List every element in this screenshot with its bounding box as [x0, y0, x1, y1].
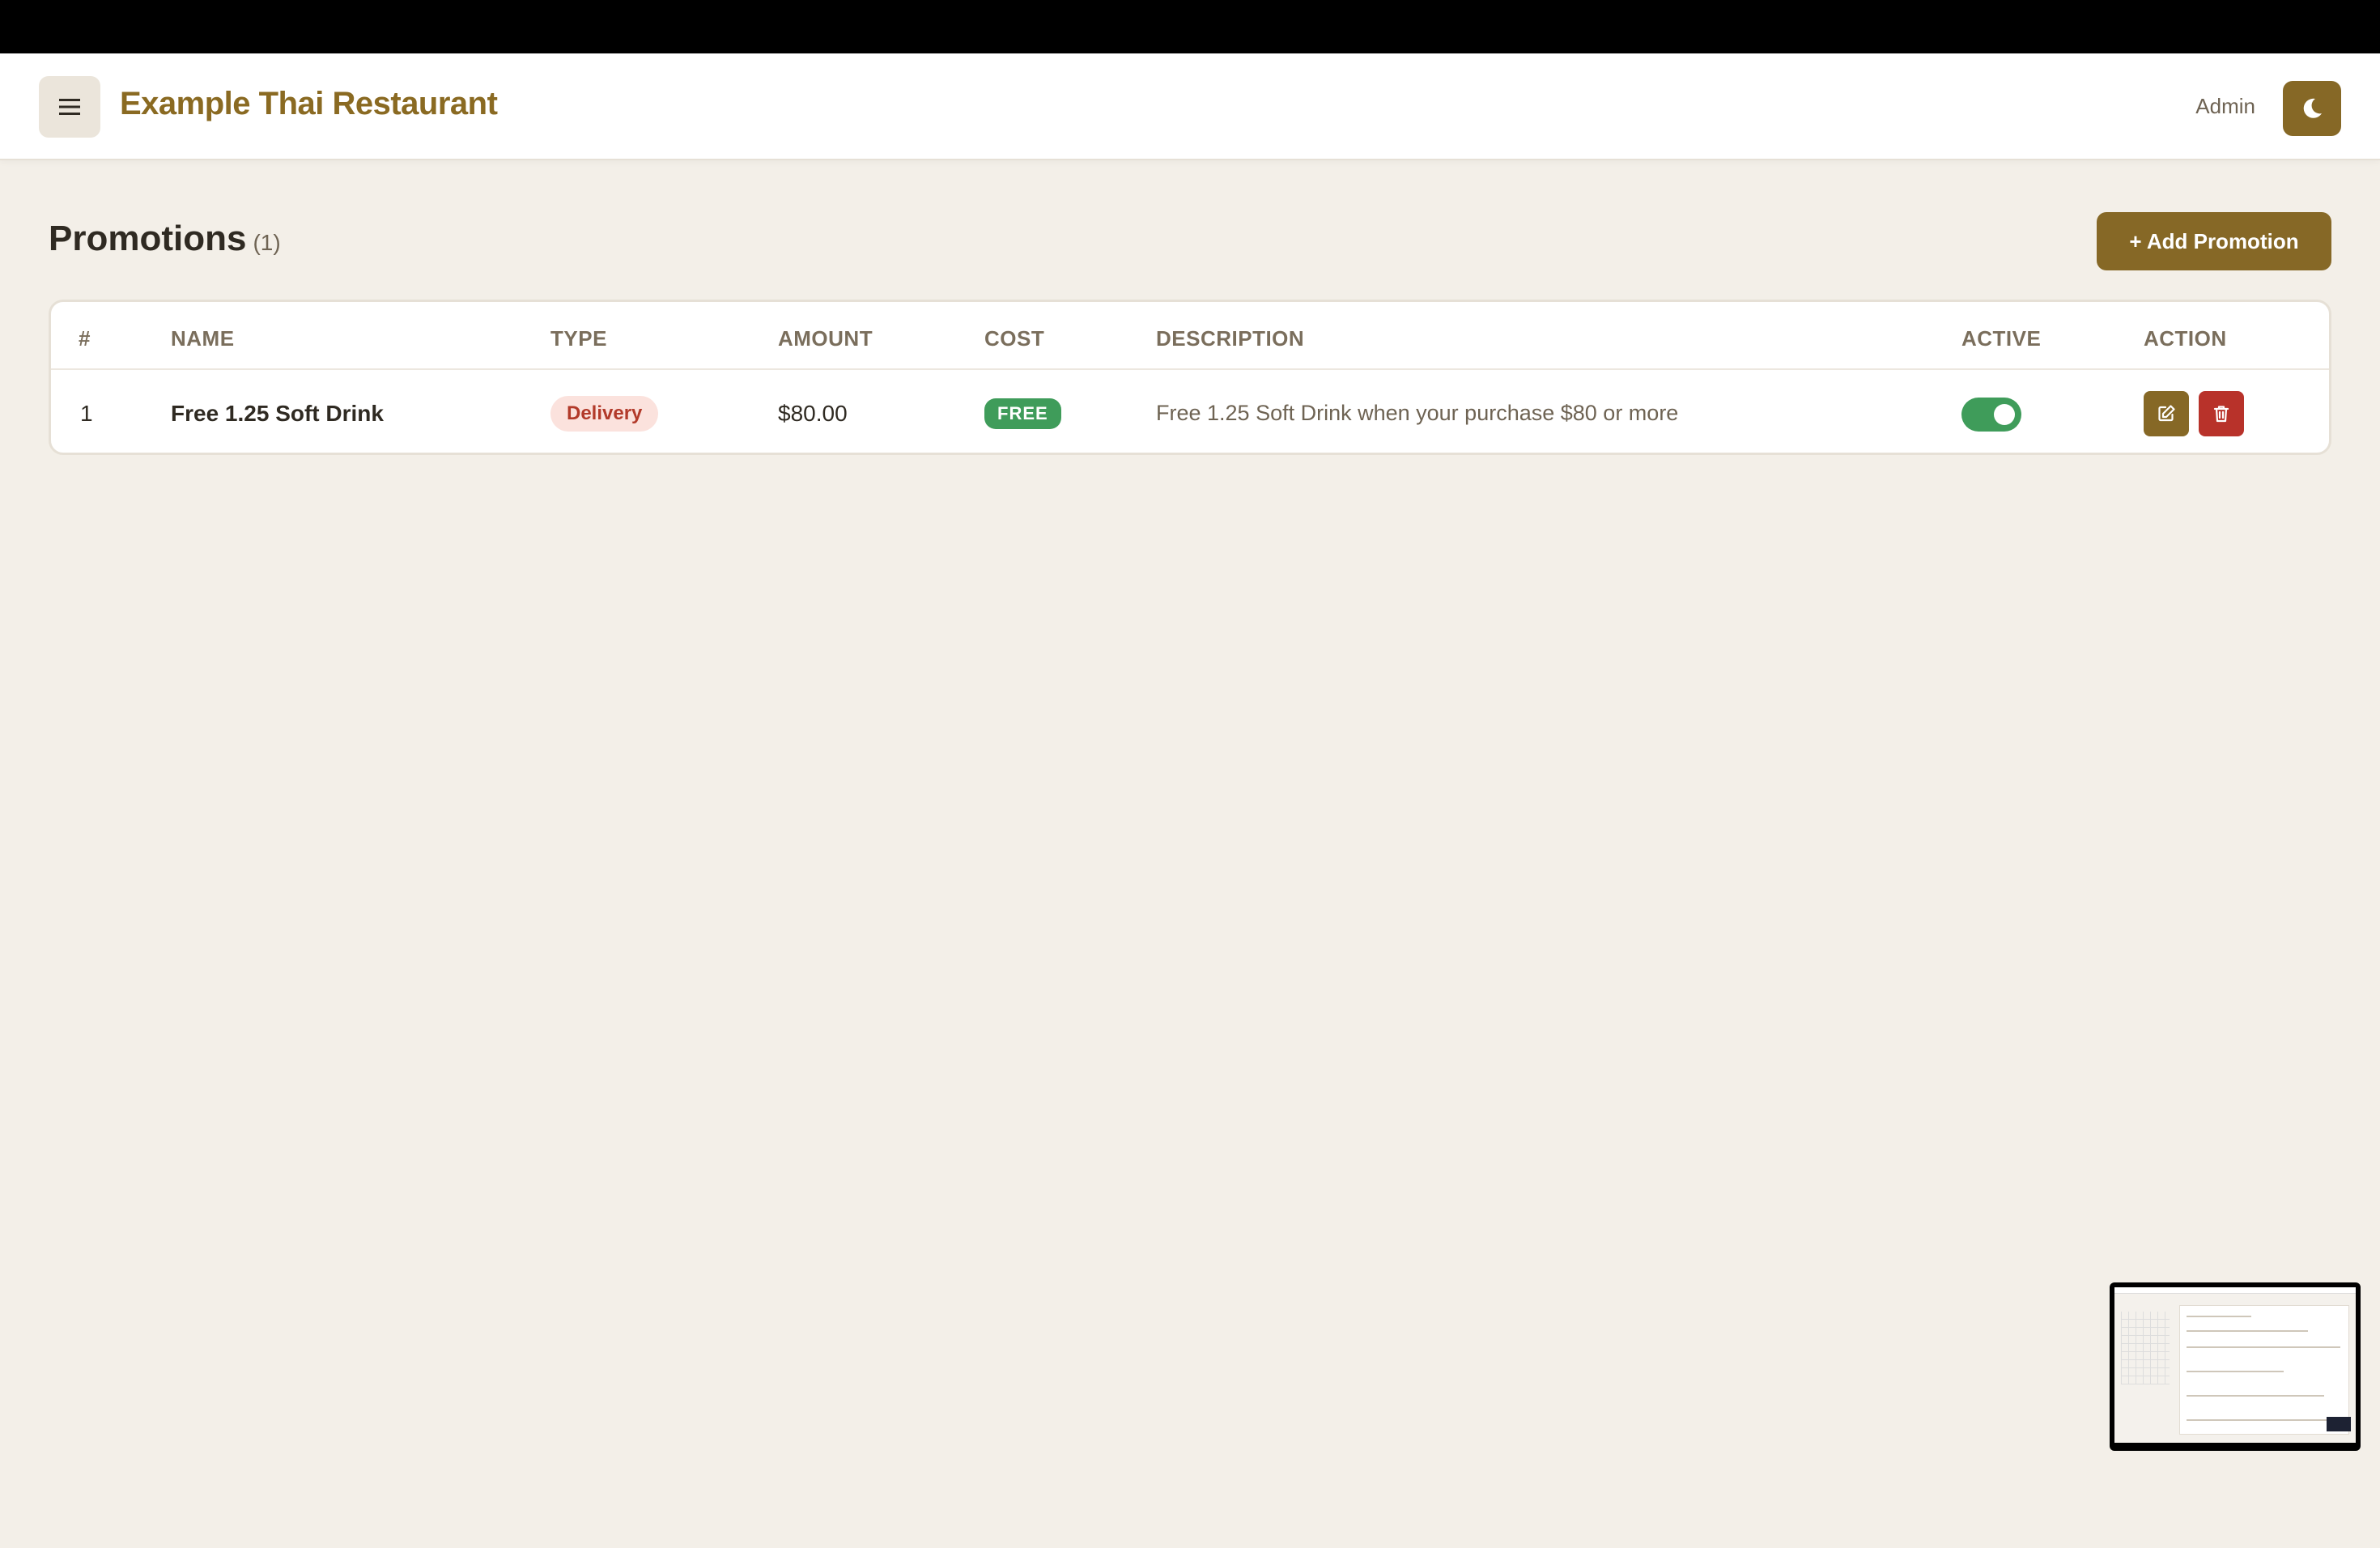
screenshot-thumbnail[interactable]: [2110, 1282, 2361, 1451]
hamburger-icon: [59, 99, 80, 115]
promotion-name: Free 1.25 Soft Drink: [171, 401, 384, 426]
edit-icon: [2158, 405, 2175, 422]
edit-button[interactable]: [2144, 391, 2189, 436]
thumbnail-panel: [2179, 1305, 2349, 1435]
page-title-text: Promotions: [49, 219, 247, 258]
cost-badge: FREE: [984, 398, 1061, 429]
app-header: Example Thai Restaurant Admin: [0, 53, 2380, 160]
column-header-amount: AMOUNT: [778, 326, 873, 351]
promotion-amount: $80.00: [778, 401, 848, 426]
promotions-table: # NAME TYPE AMOUNT COST DESCRIPTION ACTI…: [49, 300, 2331, 455]
page-title: Promotions (1): [49, 219, 281, 259]
menu-toggle-button[interactable]: [39, 76, 100, 138]
promotion-count: (1): [253, 230, 281, 255]
thumbnail-dark-block: [2327, 1417, 2351, 1431]
table-header: # NAME TYPE AMOUNT COST DESCRIPTION ACTI…: [51, 302, 2329, 370]
column-header-active: ACTIVE: [1961, 326, 2042, 351]
trash-icon: [2213, 406, 2229, 423]
moon-icon: [2303, 98, 2322, 118]
promotion-description: Free 1.25 Soft Drink when your purchase …: [1156, 401, 1679, 425]
column-header-description: DESCRIPTION: [1156, 326, 1305, 351]
thumbnail-header: [2114, 1287, 2356, 1294]
add-promotion-button[interactable]: + Add Promotion: [2097, 212, 2331, 270]
user-label: Admin: [2195, 94, 2255, 118]
column-header-action: ACTION: [2144, 326, 2227, 351]
column-header-type: TYPE: [550, 326, 607, 351]
column-header-cost: COST: [984, 326, 1045, 351]
window-top-bar: [0, 0, 2380, 53]
table-row: 1 Free 1.25 Soft Drink Delivery $80.00 F…: [51, 372, 2329, 453]
active-toggle[interactable]: [1961, 398, 2021, 432]
row-index: 1: [80, 401, 93, 426]
thumbnail-calendar: [2121, 1312, 2170, 1384]
toggle-knob: [1994, 404, 2015, 425]
type-badge: Delivery: [550, 396, 659, 432]
column-header-name: NAME: [171, 326, 235, 351]
theme-toggle-button[interactable]: [2283, 81, 2341, 136]
brand-title[interactable]: Example Thai Restaurant: [120, 86, 498, 122]
thumbnail-preview: [2114, 1287, 2356, 1443]
column-header-index: #: [79, 326, 91, 351]
delete-button[interactable]: [2199, 391, 2244, 436]
